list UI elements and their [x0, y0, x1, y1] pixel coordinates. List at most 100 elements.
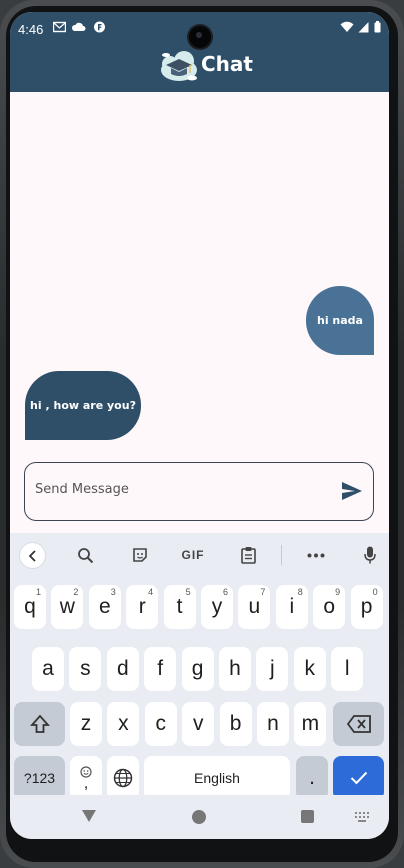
keyboard-toolbar: GIF — [10, 533, 389, 577]
key-m[interactable]: m — [294, 702, 327, 746]
key-y[interactable]: y6 — [201, 585, 233, 629]
key-e[interactable]: e3 — [88, 585, 121, 629]
comma-key[interactable]: , — [70, 756, 102, 800]
backspace-key[interactable] — [333, 702, 384, 746]
clipboard-icon[interactable] — [237, 544, 259, 566]
toolbar-divider — [281, 545, 282, 565]
key-q[interactable]: q1 — [14, 585, 46, 629]
key-t[interactable]: t5 — [163, 585, 196, 629]
key-label: w — [59, 595, 75, 618]
key-hint: 8 — [297, 587, 303, 597]
checkmark-icon — [350, 771, 367, 785]
front-camera — [189, 26, 211, 48]
keyboard-switch-icon[interactable] — [355, 812, 369, 822]
key-label: s — [80, 657, 91, 680]
key-j[interactable]: j — [256, 647, 289, 691]
key-d[interactable]: d — [106, 647, 139, 691]
chevron-left-icon[interactable] — [19, 542, 46, 569]
key-label: e — [98, 595, 111, 618]
key-w[interactable]: w2 — [51, 585, 84, 629]
key-v[interactable]: v — [182, 702, 215, 746]
key-n[interactable]: n — [257, 702, 289, 746]
key-o[interactable]: o9 — [313, 585, 346, 629]
key-label: y — [211, 595, 223, 618]
key-label: f — [157, 657, 164, 680]
page-title: Chat — [201, 52, 253, 76]
key-g[interactable]: g — [181, 647, 214, 691]
key-s[interactable]: s — [69, 647, 102, 691]
symbols-key[interactable]: ?123 — [14, 756, 65, 800]
key-l[interactable]: l — [331, 647, 364, 691]
message-bubble-sent[interactable]: hi nada — [306, 286, 374, 355]
nav-recents-icon[interactable] — [301, 810, 314, 823]
cloud-icon — [71, 22, 86, 31]
key-hint: 6 — [222, 587, 228, 597]
key-label: g — [191, 657, 204, 680]
key-label: k — [304, 657, 316, 680]
key-hint: 5 — [185, 587, 191, 597]
key-label: x — [118, 712, 129, 735]
key-hint: 0 — [372, 587, 378, 597]
key-b[interactable]: b — [219, 702, 252, 746]
key-hint: 3 — [110, 587, 116, 597]
gif-button[interactable]: GIF — [179, 544, 207, 566]
search-icon[interactable] — [74, 544, 96, 566]
message-text: hi , how are you? — [30, 399, 136, 412]
more-icon[interactable] — [305, 544, 327, 566]
key-label: m — [301, 712, 320, 735]
app-header: 4:46 Chat — [10, 12, 389, 92]
key-k[interactable]: k — [293, 647, 326, 691]
message-text: hi nada — [317, 314, 363, 327]
key-label: u — [248, 595, 261, 618]
wifi-icon — [340, 21, 354, 32]
key-label: z — [80, 712, 92, 735]
key-label: c — [155, 712, 167, 735]
key-label: r — [138, 595, 146, 618]
key-label: , — [83, 775, 89, 792]
key-f[interactable]: f — [144, 647, 177, 691]
done-key[interactable] — [333, 756, 384, 800]
phone-screen: 4:46 Chat hi nada hi , how are you? Send… — [10, 12, 389, 839]
nav-home-icon[interactable] — [192, 810, 206, 824]
nav-back-icon[interactable] — [81, 809, 97, 823]
key-h[interactable]: h — [219, 647, 251, 691]
message-input[interactable] — [35, 482, 315, 497]
key-label: q — [24, 595, 36, 618]
key-label: . — [309, 766, 315, 789]
key-i[interactable]: i8 — [275, 585, 308, 629]
graduation-cap-cloud-logo — [161, 51, 197, 81]
key-label: j — [270, 657, 275, 680]
message-bubble-received[interactable]: hi , how are you? — [25, 371, 141, 440]
key-u[interactable]: u7 — [238, 585, 271, 629]
key-label: p — [360, 595, 373, 618]
key-label: b — [229, 712, 242, 735]
key-z[interactable]: z — [70, 702, 102, 746]
key-c[interactable]: c — [144, 702, 177, 746]
key-label: i — [289, 595, 295, 618]
key-hint: 4 — [148, 587, 154, 597]
key-p[interactable]: p0 — [350, 585, 383, 629]
key-label: o — [323, 595, 336, 618]
globe-icon — [113, 768, 133, 788]
key-label: l — [344, 657, 350, 680]
key-hint: 2 — [73, 587, 79, 597]
space-key[interactable]: English — [144, 756, 290, 800]
signal-icon — [358, 22, 369, 33]
battery-icon — [374, 21, 381, 33]
key-a[interactable]: a — [32, 647, 64, 691]
key-label: d — [116, 657, 129, 680]
send-icon[interactable] — [341, 481, 363, 501]
system-nav-bar — [10, 795, 389, 839]
app-notification-icon — [94, 21, 105, 33]
mic-icon[interactable] — [359, 544, 381, 566]
key-x[interactable]: x — [107, 702, 140, 746]
key-r[interactable]: r4 — [126, 585, 159, 629]
sticker-icon[interactable] — [129, 544, 151, 566]
key-hint: 7 — [260, 587, 266, 597]
key-label: ?123 — [23, 770, 56, 786]
shift-key[interactable] — [14, 702, 65, 746]
shift-icon — [29, 714, 50, 733]
period-key[interactable]: . — [296, 756, 328, 800]
mail-icon — [53, 21, 66, 33]
language-key[interactable] — [107, 756, 139, 800]
